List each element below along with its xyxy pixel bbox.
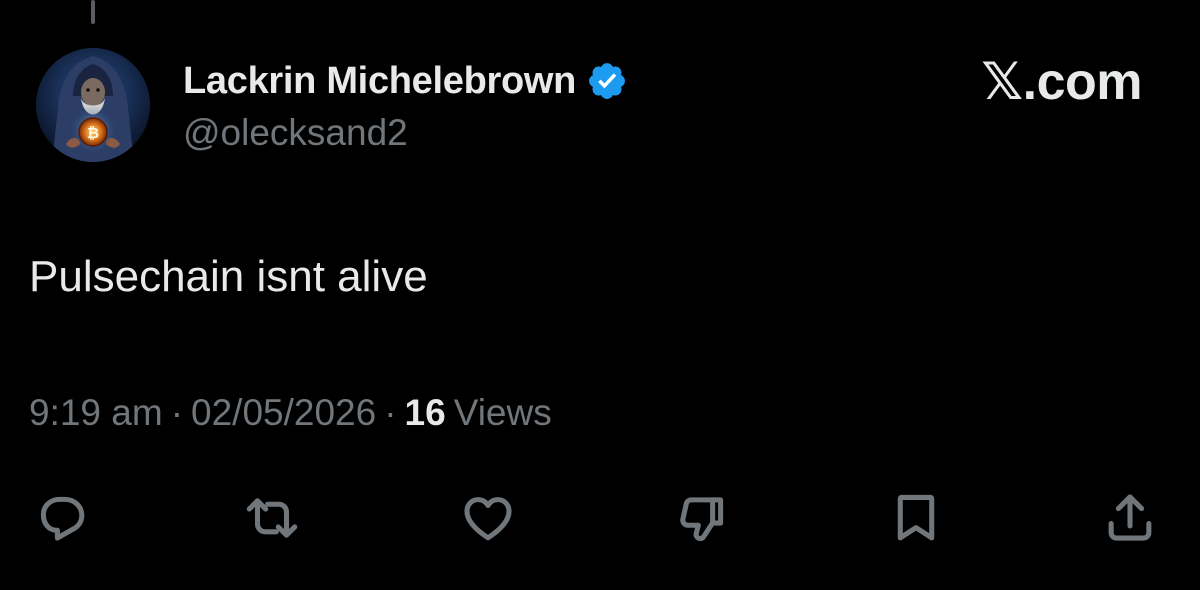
avatar-image: ₿ [36, 48, 150, 162]
bookmark-button[interactable] [884, 486, 948, 550]
display-name[interactable]: Lackrin Michelebrown [183, 60, 576, 103]
author-name-row: Lackrin Michelebrown [183, 56, 628, 106]
heart-icon [464, 497, 512, 541]
user-handle[interactable]: @olecksand2 [183, 112, 408, 154]
tweet-metadata: 9:19 am · 02/05/2026 · 16 Views [29, 392, 552, 434]
reply-icon [40, 496, 85, 541]
verified-badge-icon [586, 60, 628, 102]
thumbs-down-icon [680, 497, 724, 542]
like-button[interactable] [456, 486, 520, 550]
separator-dot: · [170, 392, 184, 433]
share-button[interactable] [1098, 486, 1162, 550]
views-count: 16 [404, 392, 446, 433]
svg-text:₿: ₿ [87, 124, 99, 142]
tweet-time[interactable]: 9:19 am [29, 392, 163, 434]
avatar[interactable]: ₿ [36, 48, 150, 162]
views-label: Views [453, 392, 552, 433]
repost-button[interactable] [240, 486, 304, 550]
tweet-date[interactable]: 02/05/2026 [191, 392, 376, 434]
share-icon [1108, 494, 1152, 541]
repost-icon [246, 498, 298, 538]
dislike-button[interactable] [670, 486, 734, 550]
bookmark-icon [897, 494, 935, 541]
thread-connector-line [91, 0, 95, 24]
tweet-text: Pulsechain isnt alive [29, 252, 428, 301]
reply-button[interactable] [30, 486, 94, 550]
separator-dot: · [384, 392, 397, 433]
brand-x-logo: 𝕏.com [981, 53, 1142, 111]
